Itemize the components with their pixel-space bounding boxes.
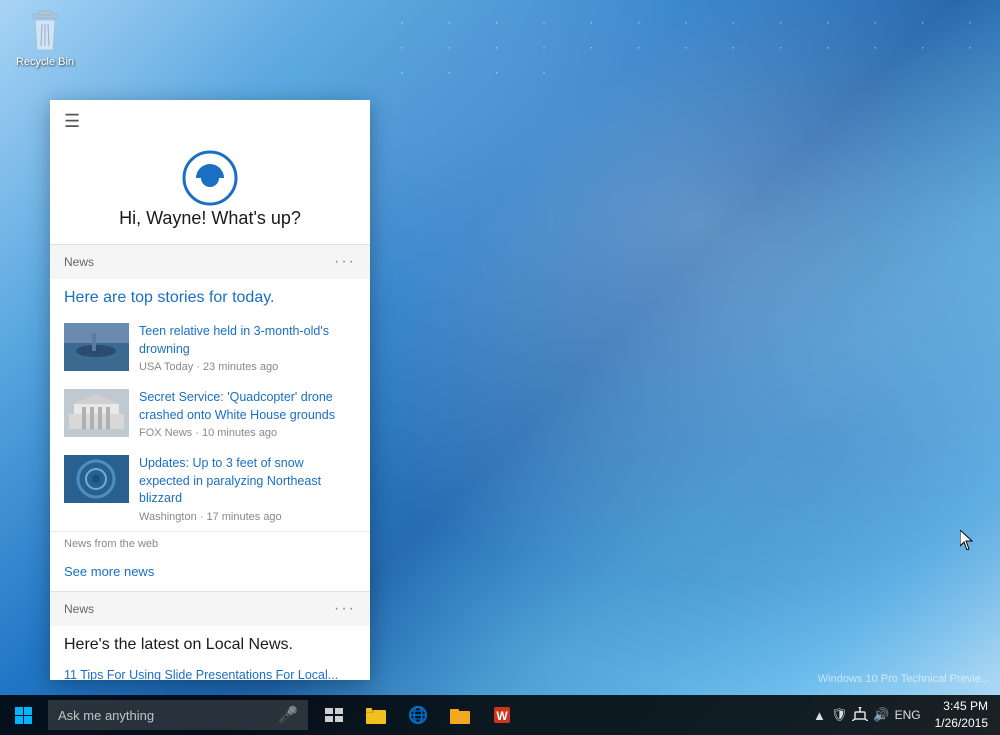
news-section-1: News ··· Here are top stories for today. [50,244,370,591]
tray-icons: ▲ 🛡 🔊 ENG [813,707,921,724]
news-meta-1: USA Today · 23 minutes ago [139,361,356,373]
see-more-news-link[interactable]: See more news [50,556,370,591]
windows-watermark: Windows 10 Pro Technical Previe... [818,673,990,685]
news-meta-2: FOX News · 10 minutes ago [139,427,356,439]
start-button[interactable] [0,695,46,735]
news-thumbnail-2 [64,389,129,437]
folder-button[interactable] [440,695,480,735]
cortana-panel: ☰ Hi, Wayne! What's up? News ··· [50,100,370,680]
windows-logo-icon [15,707,32,724]
microphone-icon[interactable]: 🎤 [278,705,298,725]
top-stories-title: Here are top stories for today. [50,279,370,315]
language-label[interactable]: ENG [895,708,921,722]
local-news-more-button[interactable]: ··· [334,600,356,618]
search-input[interactable] [58,708,272,723]
system-tray: ▲ 🛡 🔊 ENG 3:45 PM 1/26/2015 [813,698,1000,732]
cortana-logo [180,148,240,208]
taskbar-apps: W [314,695,522,735]
svg-text:W: W [496,709,508,723]
internet-explorer-button[interactable] [398,695,438,735]
recycle-bin-icon [25,10,65,54]
cortana-header: ☰ [50,100,370,138]
news-more-button[interactable]: ··· [334,253,356,271]
news-item[interactable]: Secret Service: 'Quadcopter' drone crash… [50,381,370,447]
office-button[interactable]: W [482,695,522,735]
news-thumbnail-1 [64,323,129,371]
local-news-section-header: News ··· [50,592,370,626]
news-content-3: Updates: Up to 3 feet of snow expected i… [139,455,356,523]
news-item[interactable]: Updates: Up to 3 feet of snow expected i… [50,447,370,531]
recycle-bin[interactable]: Recycle Bin [15,10,75,68]
news-content-2: Secret Service: 'Quadcopter' drone crash… [139,389,356,439]
up-arrow-icon[interactable]: ▲ [813,708,826,723]
news-title-3: Updates: Up to 3 feet of snow expected i… [139,455,356,508]
volume-icon[interactable]: 🔊 [873,707,889,723]
news-section-2: News ··· Here's the latest on Local News… [50,591,370,681]
news-meta-3: Washington · 17 minutes ago [139,511,356,523]
taskbar: 🎤 [0,695,1000,735]
local-news-title: Here's the latest on Local News. [50,626,370,662]
security-icon[interactable]: 🛡 [831,707,848,723]
desktop: Recycle Bin ☰ Hi, Wayne! What's up? [0,0,1000,735]
task-view-button[interactable] [314,695,354,735]
local-news-item[interactable]: 11 Tips For Using Slide Presentations Fo… [50,662,370,681]
file-explorer-button[interactable] [356,695,396,735]
cortana-logo-area: Hi, Wayne! What's up? [50,138,370,244]
cortana-greeting: Hi, Wayne! What's up? [119,208,301,229]
hamburger-menu[interactable]: ☰ [64,112,356,130]
news-thumbnail-3 [64,455,129,503]
news-title-1: Teen relative held in 3-month-old's drow… [139,323,356,358]
recycle-bin-label: Recycle Bin [16,56,74,68]
system-clock[interactable]: 3:45 PM 1/26/2015 [927,698,996,732]
news-title-2: Secret Service: 'Quadcopter' drone crash… [139,389,356,424]
network-icon[interactable] [852,707,868,724]
news-content-1: Teen relative held in 3-month-old's drow… [139,323,356,373]
mouse-cursor [960,530,972,548]
news-item[interactable]: Teen relative held in 3-month-old's drow… [50,315,370,381]
cortana-search-bar[interactable]: 🎤 [48,700,308,730]
news-section-header: News ··· [50,245,370,279]
news-label: News [64,255,94,269]
local-news-label: News [64,602,94,616]
news-from-web: News from the web [50,531,370,556]
